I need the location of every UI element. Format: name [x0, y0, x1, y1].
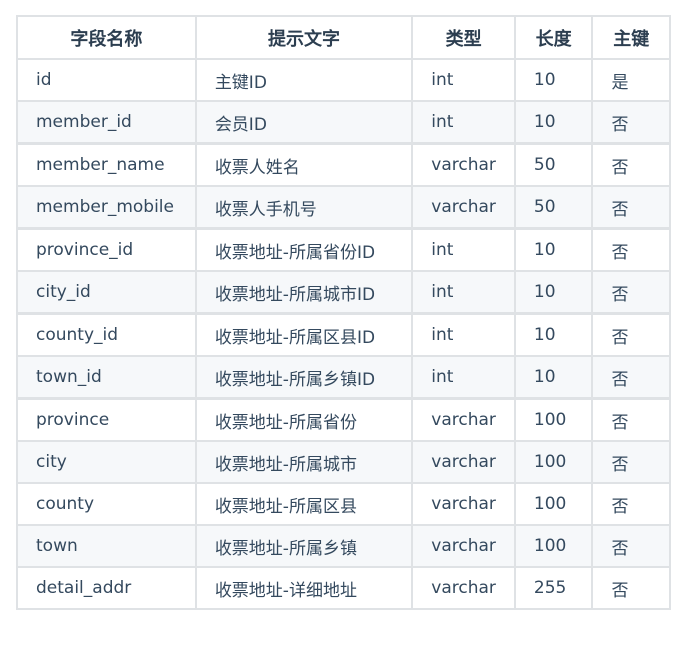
header-hint-text: 提示文字	[194, 15, 414, 60]
type-cell: varchar	[411, 482, 516, 526]
hint-text-cell: 收票地址-所属乡镇	[194, 524, 414, 568]
type-cell: varchar	[411, 397, 516, 442]
primary-key-cell: 否	[591, 482, 671, 526]
hint-text-cell: 主键ID	[194, 58, 414, 102]
primary-key-cell: 否	[591, 355, 671, 400]
field-name-cell: county	[16, 482, 197, 526]
primary-key-cell: 否	[591, 270, 671, 315]
type-cell: int	[411, 227, 516, 272]
primary-key-cell: 否	[591, 185, 671, 230]
table-row: member_mobile 收票人手机号 varchar 50 否	[16, 185, 671, 230]
table-row: province_id 收票地址-所属省份ID int 10 否	[16, 227, 671, 272]
primary-key-cell: 否	[591, 524, 671, 568]
type-cell: varchar	[411, 440, 516, 484]
field-name-cell: member_mobile	[16, 185, 197, 230]
table-row: member_id 会员ID int 10 否	[16, 100, 671, 145]
hint-text-cell: 收票地址-所属区县	[194, 482, 414, 526]
fields-table: 字段名称 提示文字 类型 长度 主键 id 主键ID int 10 是 member_id…	[16, 15, 671, 610]
table-row: city_id 收票地址-所属城市ID int 10 否	[16, 270, 671, 315]
length-cell: 10	[513, 227, 594, 272]
hint-text-cell: 收票地址-详细地址	[194, 566, 414, 610]
field-name-cell: city_id	[16, 270, 197, 315]
primary-key-cell: 否	[591, 312, 671, 357]
header-primary-key: 主键	[591, 15, 671, 60]
field-name-cell: member_id	[16, 100, 197, 145]
header-length: 长度	[513, 15, 594, 60]
primary-key-cell: 否	[591, 227, 671, 272]
primary-key-cell: 否	[591, 440, 671, 484]
field-name-cell: city	[16, 440, 197, 484]
type-cell: varchar	[411, 185, 516, 230]
type-cell: varchar	[411, 142, 516, 187]
field-name-cell: county_id	[16, 312, 197, 357]
hint-text-cell: 收票人手机号	[194, 185, 414, 230]
length-cell: 255	[513, 566, 594, 610]
length-cell: 10	[513, 312, 594, 357]
length-cell: 100	[513, 440, 594, 484]
length-cell: 10	[513, 270, 594, 315]
length-cell: 10	[513, 355, 594, 400]
hint-text-cell: 收票人姓名	[194, 142, 414, 187]
table-row: member_name 收票人姓名 varchar 50 否	[16, 142, 671, 187]
table-row: city 收票地址-所属城市 varchar 100 否	[16, 440, 671, 484]
length-cell: 50	[513, 142, 594, 187]
length-cell: 10	[513, 58, 594, 102]
length-cell: 100	[513, 397, 594, 442]
primary-key-cell: 是	[591, 58, 671, 102]
primary-key-cell: 否	[591, 100, 671, 145]
primary-key-cell: 否	[591, 566, 671, 610]
hint-text-cell: 收票地址-所属乡镇ID	[194, 355, 414, 400]
table-row: county_id 收票地址-所属区县ID int 10 否	[16, 312, 671, 357]
type-cell: int	[411, 100, 516, 145]
primary-key-cell: 否	[591, 397, 671, 442]
field-name-cell: id	[16, 58, 197, 102]
type-cell: int	[411, 312, 516, 357]
type-cell: int	[411, 58, 516, 102]
hint-text-cell: 收票地址-所属城市ID	[194, 270, 414, 315]
hint-text-cell: 会员ID	[194, 100, 414, 145]
field-name-cell: town	[16, 524, 197, 568]
field-name-cell: detail_addr	[16, 566, 197, 610]
table-row: province 收票地址-所属省份 varchar 100 否	[16, 397, 671, 442]
table-row: town_id 收票地址-所属乡镇ID int 10 否	[16, 355, 671, 400]
type-cell: int	[411, 270, 516, 315]
hint-text-cell: 收票地址-所属区县ID	[194, 312, 414, 357]
header-field-name: 字段名称	[16, 15, 197, 60]
table-row: detail_addr 收票地址-详细地址 varchar 255 否	[16, 566, 671, 610]
field-name-cell: province	[16, 397, 197, 442]
hint-text-cell: 收票地址-所属省份ID	[194, 227, 414, 272]
length-cell: 10	[513, 100, 594, 145]
length-cell: 100	[513, 482, 594, 526]
field-name-cell: town_id	[16, 355, 197, 400]
length-cell: 100	[513, 524, 594, 568]
hint-text-cell: 收票地址-所属城市	[194, 440, 414, 484]
length-cell: 50	[513, 185, 594, 230]
table-row: town 收票地址-所属乡镇 varchar 100 否	[16, 524, 671, 568]
primary-key-cell: 否	[591, 142, 671, 187]
field-name-cell: province_id	[16, 227, 197, 272]
table-row: id 主键ID int 10 是	[16, 58, 671, 102]
header-type: 类型	[411, 15, 516, 60]
type-cell: varchar	[411, 566, 516, 610]
table-row: county 收票地址-所属区县 varchar 100 否	[16, 482, 671, 526]
field-name-cell: member_name	[16, 142, 197, 187]
type-cell: int	[411, 355, 516, 400]
header-row: 字段名称 提示文字 类型 长度 主键	[16, 15, 671, 60]
type-cell: varchar	[411, 524, 516, 568]
hint-text-cell: 收票地址-所属省份	[194, 397, 414, 442]
